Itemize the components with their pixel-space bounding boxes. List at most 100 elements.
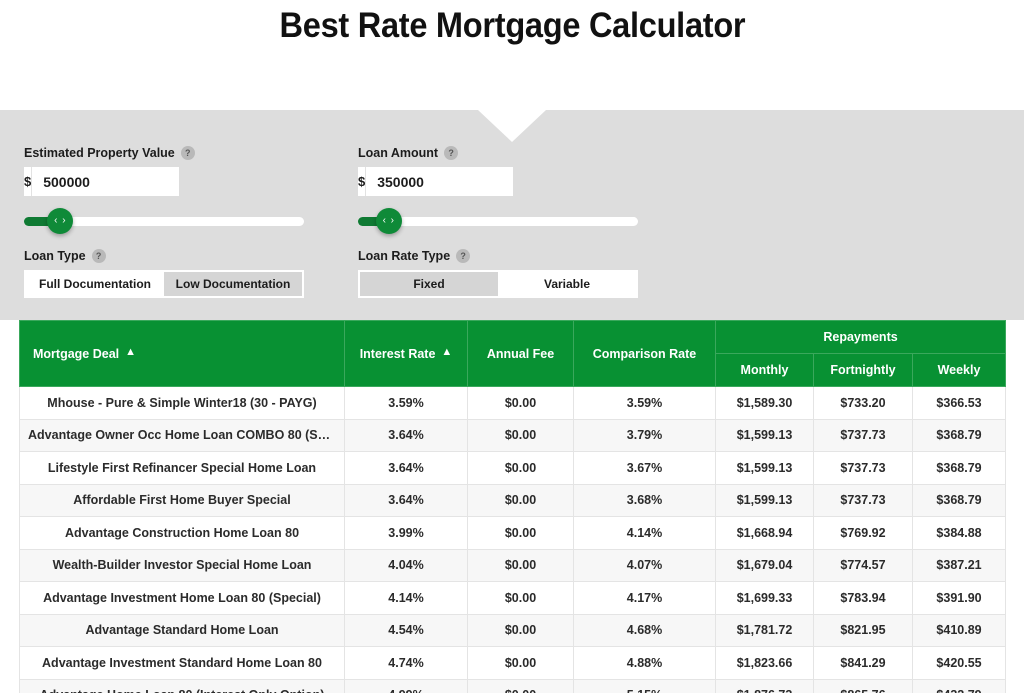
table-cell-interest-rate: 3.99% xyxy=(344,516,468,550)
table-row[interactable]: Advantage Investment Home Loan 80 (Speci… xyxy=(19,581,1007,615)
table-cell-mortgage-deal[interactable]: Advantage Owner Occ Home Loan COMBO 80 (… xyxy=(19,418,345,452)
table-cell-annual-fee: $0.00 xyxy=(467,516,574,550)
results-table-container: Mortgage Deal ▲ Interest Rate ▲ Annual F… xyxy=(0,320,1024,693)
table-cell-mortgage-deal[interactable]: Advantage Investment Standard Home Loan … xyxy=(19,646,345,680)
table-cell-comparison-rate: 3.67% xyxy=(573,451,716,485)
column-header-weekly[interactable]: Weekly xyxy=(911,353,1007,387)
page-title: Best Rate Mortgage Calculator xyxy=(279,6,745,45)
loan-amount-label-text: Loan Amount xyxy=(358,146,439,160)
column-header-mortgage-deal-label: Mortgage Deal xyxy=(33,346,120,361)
column-header-comparison-rate-label: Comparison Rate xyxy=(592,346,697,361)
slider-handle[interactable]: ‹ › xyxy=(47,208,74,234)
table-cell-annual-fee: $0.00 xyxy=(467,451,574,485)
column-header-annual-fee[interactable]: Annual Fee xyxy=(467,320,574,387)
table-cell-interest-rate: 4.04% xyxy=(344,548,468,582)
question-mark-icon[interactable]: ? xyxy=(180,146,195,160)
loan-amount-label: Loan Amount ? xyxy=(358,146,670,160)
table-cell-weekly-repayment: $366.53 xyxy=(911,386,1007,420)
table-cell-mortgage-deal[interactable]: Advantage Home Loan 80 (Interest Only Op… xyxy=(19,678,345,693)
table-cell-comparison-rate: 3.68% xyxy=(573,483,716,517)
table-row[interactable]: Advantage Home Loan 80 (Interest Only Op… xyxy=(19,678,1007,693)
question-mark-icon[interactable]: ? xyxy=(91,249,106,263)
table-cell-annual-fee: $0.00 xyxy=(467,646,574,680)
calculator-form-panel: Estimated Property Value ? $ ‹ › Loan Ty… xyxy=(0,110,1024,320)
table-cell-weekly-repayment: $384.88 xyxy=(911,516,1007,550)
estimated-property-value-label-text: Estimated Property Value xyxy=(24,146,175,160)
table-cell-fortnightly-repayment: $737.73 xyxy=(813,483,913,517)
table-row[interactable]: Lifestyle First Refinancer Special Home … xyxy=(19,451,1007,485)
page-header: Best Rate Mortgage Calculator xyxy=(0,0,1024,110)
table-row[interactable]: Advantage Owner Occ Home Loan COMBO 80 (… xyxy=(19,418,1007,452)
table-cell-mortgage-deal[interactable]: Advantage Investment Home Loan 80 (Speci… xyxy=(19,581,345,615)
table-cell-monthly-repayment: $1,599.13 xyxy=(715,483,814,517)
table-cell-comparison-rate: 3.79% xyxy=(573,418,716,452)
table-row[interactable]: Mhouse - Pure & Simple Winter18 (30 - PA… xyxy=(19,386,1007,420)
table-cell-weekly-repayment: $387.21 xyxy=(911,548,1007,582)
table-cell-interest-rate: 3.64% xyxy=(344,418,468,452)
table-cell-fortnightly-repayment: $733.20 xyxy=(813,386,913,420)
estimated-property-value-slider[interactable]: ‹ › xyxy=(24,208,304,234)
estimated-property-value-input[interactable] xyxy=(32,167,242,196)
table-row[interactable]: Advantage Investment Standard Home Loan … xyxy=(19,646,1007,680)
column-header-interest-rate-label: Interest Rate xyxy=(359,346,436,361)
loan-amount-slider[interactable]: ‹ › xyxy=(358,208,638,234)
table-cell-monthly-repayment: $1,699.33 xyxy=(715,581,814,615)
loan-amount-column: Loan Amount ? $ ‹ › Loan Rate Type ? Fix… xyxy=(358,146,670,298)
column-header-interest-rate[interactable]: Interest Rate ▲ xyxy=(344,320,468,387)
table-cell-interest-rate: 3.64% xyxy=(344,483,468,517)
table-cell-fortnightly-repayment: $841.29 xyxy=(813,646,913,680)
column-header-mortgage-deal[interactable]: Mortgage Deal ▲ xyxy=(19,320,345,387)
estimated-property-value-input-group[interactable]: $ xyxy=(24,167,242,196)
table-row[interactable]: Advantage Standard Home Loan 4.54% $0.00 4.… xyxy=(19,613,1007,647)
table-cell-monthly-repayment: $1,781.72 xyxy=(715,613,814,647)
loan-type-option-full-documentation[interactable]: Full Documentation xyxy=(26,272,164,296)
table-row[interactable]: Affordable First Home Buyer Special 3.64%… xyxy=(19,483,1007,517)
table-cell-comparison-rate: 4.07% xyxy=(573,548,716,582)
table-cell-annual-fee: $0.00 xyxy=(467,581,574,615)
table-cell-mortgage-deal[interactable]: Wealth-Builder Investor Special Home Loa… xyxy=(19,548,345,582)
question-mark-icon[interactable]: ? xyxy=(456,249,471,263)
table-cell-weekly-repayment: $432.79 xyxy=(911,678,1007,693)
table-cell-mortgage-deal[interactable]: Advantage Construction Home Loan 80 xyxy=(19,516,345,550)
table-cell-fortnightly-repayment: $865.76 xyxy=(813,678,913,693)
slider-handle[interactable]: ‹ › xyxy=(375,208,402,234)
table-cell-mortgage-deal[interactable]: Affordable First Home Buyer Special xyxy=(19,483,345,517)
table-cell-fortnightly-repayment: $769.92 xyxy=(813,516,913,550)
table-cell-mortgage-deal[interactable]: Lifestyle First Refinancer Special Home … xyxy=(19,451,345,485)
loan-amount-input-group[interactable]: $ xyxy=(358,167,576,196)
table-header: Mortgage Deal ▲ Interest Rate ▲ Annual F… xyxy=(19,320,1007,387)
loan-rate-type-label-text: Loan Rate Type xyxy=(358,249,451,263)
table-cell-fortnightly-repayment: $774.57 xyxy=(813,548,913,582)
table-cell-monthly-repayment: $1,599.13 xyxy=(715,451,814,485)
mortgage-results-table: Mortgage Deal ▲ Interest Rate ▲ Annual F… xyxy=(19,320,1007,693)
table-cell-interest-rate: 4.99% xyxy=(344,678,468,693)
column-header-annual-fee-label: Annual Fee xyxy=(486,346,555,361)
table-cell-interest-rate: 3.59% xyxy=(344,386,468,420)
table-cell-weekly-repayment: $410.89 xyxy=(911,613,1007,647)
currency-symbol-prefix: $ xyxy=(24,167,33,196)
table-cell-mortgage-deal[interactable]: Advantage Standard Home Loan xyxy=(19,613,345,647)
column-header-monthly[interactable]: Monthly xyxy=(715,353,814,387)
table-row[interactable]: Advantage Construction Home Loan 80 3.99%… xyxy=(19,516,1007,550)
table-header-row-primary: Mortgage Deal ▲ Interest Rate ▲ Annual F… xyxy=(19,320,1007,387)
column-header-weekly-label: Weekly xyxy=(937,363,981,377)
table-cell-annual-fee: $0.00 xyxy=(467,613,574,647)
loan-type-option-low-documentation[interactable]: Low Documentation xyxy=(164,272,302,296)
column-header-fortnightly[interactable]: Fortnightly xyxy=(813,353,913,387)
table-cell-mortgage-deal[interactable]: Mhouse - Pure & Simple Winter18 (30 - PA… xyxy=(19,386,345,420)
table-cell-monthly-repayment: $1,589.30 xyxy=(715,386,814,420)
table-cell-interest-rate: 4.74% xyxy=(344,646,468,680)
table-cell-weekly-repayment: $391.90 xyxy=(911,581,1007,615)
table-cell-fortnightly-repayment: $821.95 xyxy=(813,613,913,647)
loan-rate-type-option-variable[interactable]: Variable xyxy=(498,272,636,296)
table-row[interactable]: Wealth-Builder Investor Special Home Loa… xyxy=(19,548,1007,582)
table-cell-monthly-repayment: $1,823.66 xyxy=(715,646,814,680)
column-header-comparison-rate[interactable]: Comparison Rate xyxy=(573,320,716,387)
loan-rate-type-option-fixed[interactable]: Fixed xyxy=(360,272,498,296)
table-cell-comparison-rate: 4.14% xyxy=(573,516,716,550)
loan-amount-input[interactable] xyxy=(366,167,576,196)
loan-type-toggle-group[interactable]: Full Documentation Low Documentation xyxy=(24,270,304,298)
question-mark-icon[interactable]: ? xyxy=(444,146,459,160)
sort-ascending-icon: ▲ xyxy=(441,346,453,358)
loan-rate-type-toggle-group[interactable]: Fixed Variable xyxy=(358,270,638,298)
